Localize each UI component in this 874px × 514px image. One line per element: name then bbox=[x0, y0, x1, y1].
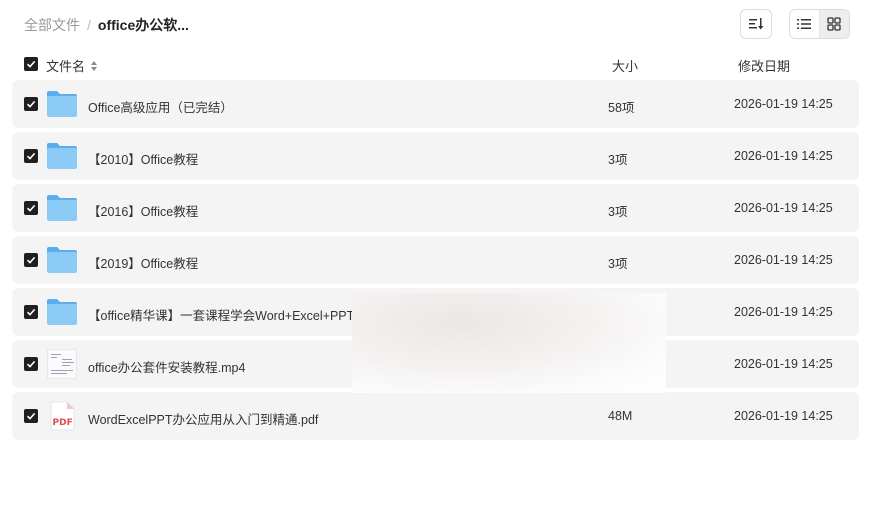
file-name[interactable]: Office高级应用（已完结） bbox=[88, 97, 233, 116]
file-name[interactable]: 【2010】Office教程 bbox=[88, 149, 198, 168]
pdf-icon: PDF bbox=[46, 401, 78, 431]
table-row[interactable]: 【2016】Office教程 3项 2026-01-19 14:25 bbox=[12, 184, 859, 232]
folder-icon bbox=[46, 245, 78, 275]
grid-view-button[interactable] bbox=[819, 10, 849, 38]
check-icon bbox=[26, 308, 36, 316]
view-toggle bbox=[789, 9, 850, 39]
column-header-size[interactable]: 大小 bbox=[612, 56, 638, 75]
file-date: 2026-01-19 14:25 bbox=[734, 305, 833, 319]
check-icon bbox=[26, 204, 36, 212]
table-row[interactable]: PDF WordExcelPPT办公应用从入门到精通.pdf 48M 2026-… bbox=[12, 392, 859, 440]
list-view-button[interactable] bbox=[790, 10, 820, 38]
row-checkbox[interactable] bbox=[24, 305, 38, 319]
row-checkbox[interactable] bbox=[24, 357, 38, 371]
check-icon bbox=[26, 360, 36, 368]
table-row[interactable]: 【2010】Office教程 3项 2026-01-19 14:25 bbox=[12, 132, 859, 180]
check-icon bbox=[26, 100, 36, 108]
file-name[interactable]: 【2019】Office教程 bbox=[88, 253, 198, 272]
list-view-icon bbox=[797, 19, 812, 29]
file-name[interactable]: 【2016】Office教程 bbox=[88, 201, 198, 220]
sort-button[interactable] bbox=[740, 9, 772, 39]
file-date: 2026-01-19 14:25 bbox=[734, 149, 833, 163]
folder-icon bbox=[46, 297, 78, 327]
check-icon bbox=[26, 60, 36, 68]
check-icon bbox=[26, 256, 36, 264]
folder-icon bbox=[46, 89, 78, 119]
row-checkbox[interactable] bbox=[24, 149, 38, 163]
row-checkbox[interactable] bbox=[24, 409, 38, 423]
top-bar: 全部文件 / office办公软... bbox=[0, 0, 874, 48]
column-header-name-label: 文件名 bbox=[46, 59, 86, 74]
file-date: 2026-01-19 14:25 bbox=[734, 253, 833, 267]
row-checkbox[interactable] bbox=[24, 201, 38, 215]
file-date: 2026-01-19 14:25 bbox=[734, 409, 833, 423]
folder-icon bbox=[46, 193, 78, 223]
file-date: 2026-01-19 14:25 bbox=[734, 201, 833, 215]
blurred-overlay bbox=[352, 293, 666, 393]
file-size: 3项 bbox=[608, 257, 628, 271]
breadcrumb-root-link[interactable]: 全部文件 bbox=[24, 15, 80, 35]
file-date: 2026-01-19 14:25 bbox=[734, 357, 833, 371]
breadcrumb: 全部文件 / office办公软... bbox=[24, 15, 189, 35]
folder-icon bbox=[46, 141, 78, 171]
check-icon bbox=[26, 152, 36, 160]
file-size: 58项 bbox=[608, 101, 635, 115]
check-icon bbox=[26, 412, 36, 420]
file-name[interactable]: office办公套件安装教程.mp4 bbox=[88, 357, 245, 376]
svg-text:PDF: PDF bbox=[53, 418, 73, 428]
file-size: 48M bbox=[608, 409, 633, 423]
file-date: 2026-01-19 14:25 bbox=[734, 97, 833, 111]
breadcrumb-current: office办公软... bbox=[97, 17, 189, 33]
grid-view-icon bbox=[827, 17, 841, 31]
row-checkbox[interactable] bbox=[24, 97, 38, 111]
table-row[interactable]: Office高级应用（已完结） 58项 2026-01-19 14:25 bbox=[12, 80, 859, 128]
column-header-date[interactable]: 修改日期 bbox=[738, 56, 790, 75]
select-all-checkbox[interactable] bbox=[24, 57, 38, 71]
table-row[interactable]: 【2019】Office教程 3项 2026-01-19 14:25 bbox=[12, 236, 859, 284]
table-header: 文件名 大小 修改日期 bbox=[12, 52, 859, 76]
video-thumbnail-icon bbox=[46, 349, 78, 379]
file-name[interactable]: 【office精华课】一套课程学会Word+Excel+PPT bbox=[88, 305, 354, 324]
file-size: 3项 bbox=[608, 205, 628, 219]
breadcrumb-separator: / bbox=[87, 17, 91, 33]
sort-arrows-icon bbox=[91, 60, 98, 71]
file-size: 3项 bbox=[608, 153, 628, 167]
column-header-name[interactable]: 文件名 bbox=[46, 56, 98, 75]
sort-lines-icon bbox=[749, 18, 764, 30]
file-name[interactable]: WordExcelPPT办公应用从入门到精通.pdf bbox=[88, 409, 318, 428]
row-checkbox[interactable] bbox=[24, 253, 38, 267]
